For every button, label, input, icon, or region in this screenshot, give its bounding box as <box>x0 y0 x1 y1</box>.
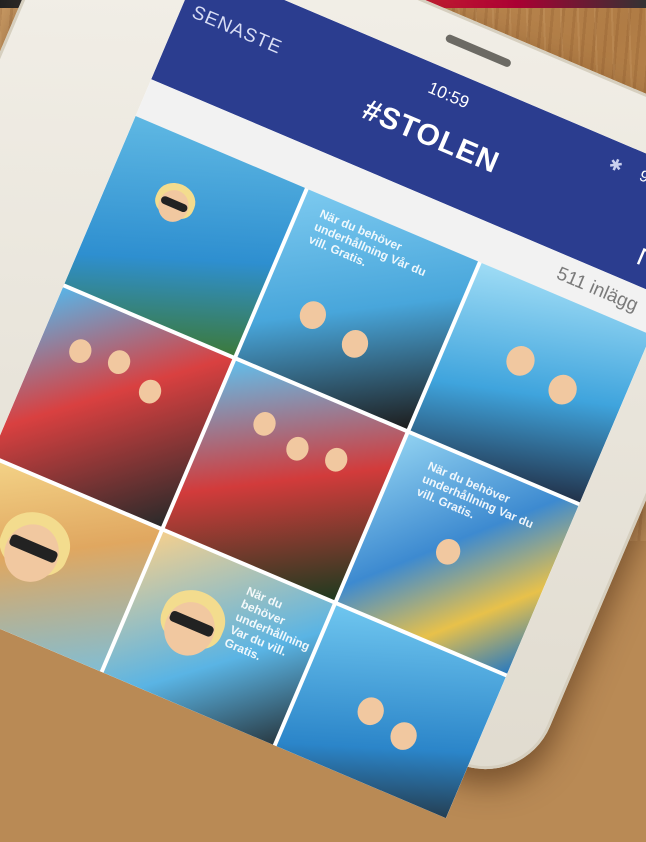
photo-caption <box>86 247 233 310</box>
earpiece-speaker <box>444 33 513 69</box>
photo-caption <box>0 599 84 662</box>
phone-screen: SENASTE 10:59 ✱ 91 % #STOLEN ↱ 511 inläg… <box>0 0 646 819</box>
photo-caption: När du behöver underhållning Var du vill… <box>222 583 312 664</box>
phone-device: SENASTE 10:59 ✱ 91 % #STOLEN ↱ 511 inläg… <box>0 0 646 819</box>
photo-caption <box>283 746 430 809</box>
